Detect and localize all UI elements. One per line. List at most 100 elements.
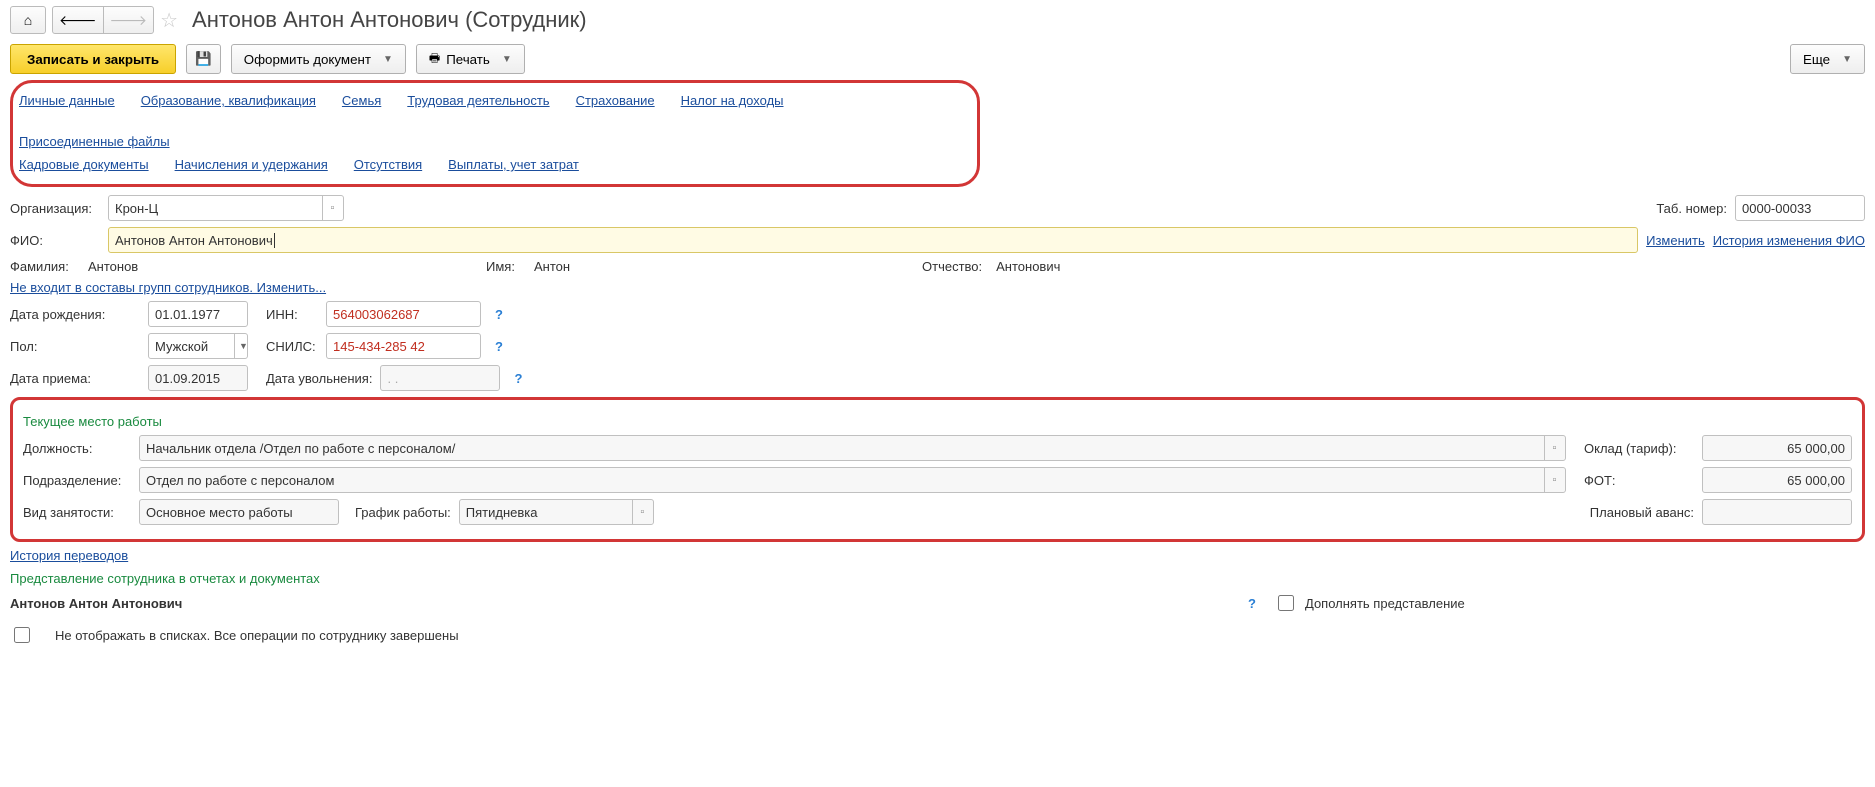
hiredate-input[interactable]: 01.09.2015 (148, 365, 248, 391)
print-button[interactable]: 🖶 Печать ▼ (416, 44, 525, 74)
middlename-label: Отчество: (922, 259, 982, 274)
save-close-button[interactable]: Записать и закрыть (10, 44, 176, 74)
link-personal[interactable]: Личные данные (19, 93, 115, 108)
chevron-down-icon[interactable]: ▼ (234, 334, 252, 358)
section-links-box: Личные данные Образование, квалификация … (10, 80, 980, 187)
home-button[interactable]: ⌂ (10, 6, 46, 34)
help-icon[interactable]: ? (514, 371, 522, 386)
lastname-label: Фамилия: (10, 259, 80, 274)
create-document-label: Оформить документ (244, 52, 371, 67)
page-title: Антонов Антон Антонович (Сотрудник) (192, 7, 587, 33)
forward-button[interactable]: 🡒 (103, 6, 155, 34)
department-input[interactable]: Отдел по работе с персоналом ▫ (139, 467, 1566, 493)
birthdate-input[interactable]: 01.01.1977 (148, 301, 248, 327)
help-icon[interactable]: ? (495, 339, 503, 354)
open-ref-icon[interactable]: ▫ (632, 500, 652, 524)
inn-label: ИНН: (266, 307, 318, 322)
sex-value: Мужской (155, 339, 230, 354)
add-repr-label: Дополнять представление (1305, 596, 1865, 611)
middlename-value: Антонович (996, 259, 1060, 274)
save-icon: 💾 (195, 51, 212, 67)
org-value: Крон-Ц (115, 201, 318, 216)
help-icon[interactable]: ? (1248, 596, 1256, 611)
inn-input[interactable]: 564003062687 (326, 301, 481, 327)
change-fio-link[interactable]: Изменить (1646, 233, 1705, 248)
fio-history-link[interactable]: История изменения ФИО (1713, 233, 1865, 248)
chevron-down-icon: ▼ (1842, 54, 1852, 65)
snils-label: СНИЛС: (266, 339, 318, 354)
hiredate-value: 01.09.2015 (155, 371, 220, 386)
sex-select[interactable]: Мужской ▼ (148, 333, 248, 359)
hide-in-lists-label: Не отображать в списках. Все операции по… (55, 628, 459, 643)
org-label: Организация: (10, 201, 100, 216)
link-income-tax[interactable]: Налог на доходы (681, 93, 784, 108)
department-value: Отдел по работе с персоналом (146, 473, 1540, 488)
snils-value: 145-434-285 42 (333, 339, 425, 354)
link-payouts[interactable]: Выплаты, учет затрат (448, 157, 579, 172)
current-job-fieldset: Текущее место работы Должность: Начальни… (10, 397, 1865, 542)
emptype-input[interactable]: Основное место работы (139, 499, 339, 525)
tabno-label: Таб. номер: (1656, 201, 1727, 216)
lastname-value: Антонов (88, 259, 478, 274)
firstname-label: Имя: (486, 259, 526, 274)
firedate-value: . . (387, 371, 398, 386)
salary-input[interactable]: 65 000,00 (1702, 435, 1852, 461)
open-ref-icon[interactable]: ▫ (322, 196, 342, 220)
schedule-value: Пятидневка (466, 505, 628, 520)
repr-section-title: Представление сотрудника в отчетах и док… (10, 571, 1865, 586)
position-value: Начальник отдела /Отдел по работе с перс… (146, 441, 1540, 456)
fio-value: Антонов Антон Антонович (115, 233, 273, 248)
back-button[interactable]: 🡐 (52, 6, 104, 34)
schedule-input[interactable]: Пятидневка ▫ (459, 499, 654, 525)
hiredate-label: Дата приема: (10, 371, 140, 386)
tabno-input[interactable]: 0000-00033 (1735, 195, 1865, 221)
org-input[interactable]: Крон-Ц ▫ (108, 195, 344, 221)
groups-change-link[interactable]: Не входит в составы групп сотрудников. И… (10, 280, 326, 295)
position-input[interactable]: Начальник отдела /Отдел по работе с перс… (139, 435, 1566, 461)
tabno-value: 0000-00033 (1742, 201, 1811, 216)
firedate-label: Дата увольнения: (266, 371, 372, 386)
hide-in-lists-checkbox[interactable] (14, 627, 30, 643)
link-absence[interactable]: Отсутствия (354, 157, 422, 172)
arrow-right-icon: 🡒 (110, 12, 148, 29)
create-document-button[interactable]: Оформить документ ▼ (231, 44, 406, 74)
help-icon[interactable]: ? (495, 307, 503, 322)
more-button[interactable]: Еще ▼ (1790, 44, 1865, 74)
emptype-value: Основное место работы (146, 505, 293, 520)
save-close-label: Записать и закрыть (27, 52, 159, 67)
birthdate-label: Дата рождения: (10, 307, 140, 322)
print-icon: 🖶 (429, 49, 440, 70)
link-accruals[interactable]: Начисления и удержания (175, 157, 328, 172)
salary-label: Оклад (тариф): (1584, 441, 1694, 456)
advance-input[interactable] (1702, 499, 1852, 525)
open-ref-icon[interactable]: ▫ (1544, 468, 1564, 492)
fot-input[interactable]: 65 000,00 (1702, 467, 1852, 493)
link-insurance[interactable]: Страхование (576, 93, 655, 108)
link-hr-docs[interactable]: Кадровые документы (19, 157, 149, 172)
link-education[interactable]: Образование, квалификация (141, 93, 316, 108)
chevron-down-icon: ▼ (502, 54, 512, 65)
transfer-history-link[interactable]: История переводов (10, 548, 128, 563)
fot-label: ФОТ: (1584, 473, 1694, 488)
fio-input[interactable]: Антонов Антон Антонович (108, 227, 1638, 253)
sex-label: Пол: (10, 339, 140, 354)
link-family[interactable]: Семья (342, 93, 381, 108)
snils-input[interactable]: 145-434-285 42 (326, 333, 481, 359)
home-icon: ⌂ (24, 12, 32, 28)
firstname-value: Антон (534, 259, 914, 274)
add-repr-checkbox[interactable] (1278, 595, 1294, 611)
print-label: Печать (446, 52, 490, 67)
firedate-input[interactable]: . . (380, 365, 500, 391)
open-ref-icon[interactable]: ▫ (1544, 436, 1564, 460)
link-files[interactable]: Присоединенные файлы (19, 134, 170, 149)
save-button[interactable]: 💾 (186, 44, 221, 74)
link-labor[interactable]: Трудовая деятельность (407, 93, 549, 108)
current-job-title: Текущее место работы (23, 414, 1852, 429)
position-label: Должность: (23, 441, 131, 456)
repr-name: Антонов Антон Антонович (10, 596, 1234, 611)
schedule-label: График работы: (355, 505, 451, 520)
chevron-down-icon: ▼ (383, 54, 393, 65)
favorite-star-icon[interactable]: ☆ (160, 8, 178, 33)
emptype-label: Вид занятости: (23, 505, 131, 520)
fot-value: 65 000,00 (1787, 473, 1845, 488)
